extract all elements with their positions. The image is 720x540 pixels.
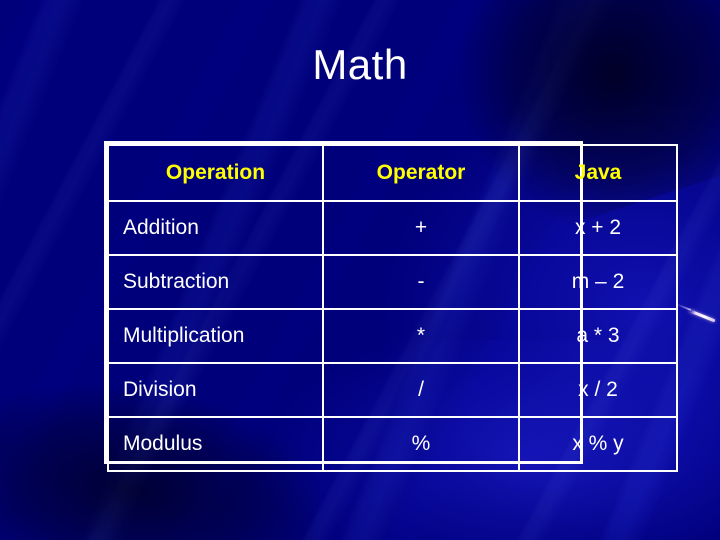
cell-operation: Addition xyxy=(107,200,324,256)
cell-operation: Multiplication xyxy=(107,308,324,364)
math-operators-table: Operation Operator Java Addition + x + 2… xyxy=(104,141,678,472)
column-header-operation: Operation xyxy=(107,144,324,202)
cell-operation: Modulus xyxy=(107,416,324,472)
cell-operator: * xyxy=(322,308,520,364)
table-row: Multiplication * a * 3 xyxy=(107,308,678,364)
cell-operator: / xyxy=(322,362,520,418)
column-header-operator: Operator xyxy=(322,144,520,202)
cell-java: x + 2 xyxy=(518,200,678,256)
table-row: Modulus % x % y xyxy=(107,416,678,472)
cell-operator: + xyxy=(322,200,520,256)
cell-java: a * 3 xyxy=(518,308,678,364)
cell-operator: % xyxy=(322,416,520,472)
cell-java: x % y xyxy=(518,416,678,472)
column-header-java: Java xyxy=(518,144,678,202)
cell-operation: Subtraction xyxy=(107,254,324,310)
table-row: Subtraction - m – 2 xyxy=(107,254,678,310)
cell-java: x / 2 xyxy=(518,362,678,418)
slide-canvas: Math Operation Operator Java Addition + … xyxy=(0,0,720,540)
cell-java: m – 2 xyxy=(518,254,678,310)
table-row: Addition + x + 2 xyxy=(107,200,678,256)
cell-operator: - xyxy=(322,254,520,310)
cell-operation: Division xyxy=(107,362,324,418)
table-row: Division / x / 2 xyxy=(107,362,678,418)
table-header-row: Operation Operator Java xyxy=(107,144,678,202)
slide-title: Math xyxy=(312,41,408,88)
